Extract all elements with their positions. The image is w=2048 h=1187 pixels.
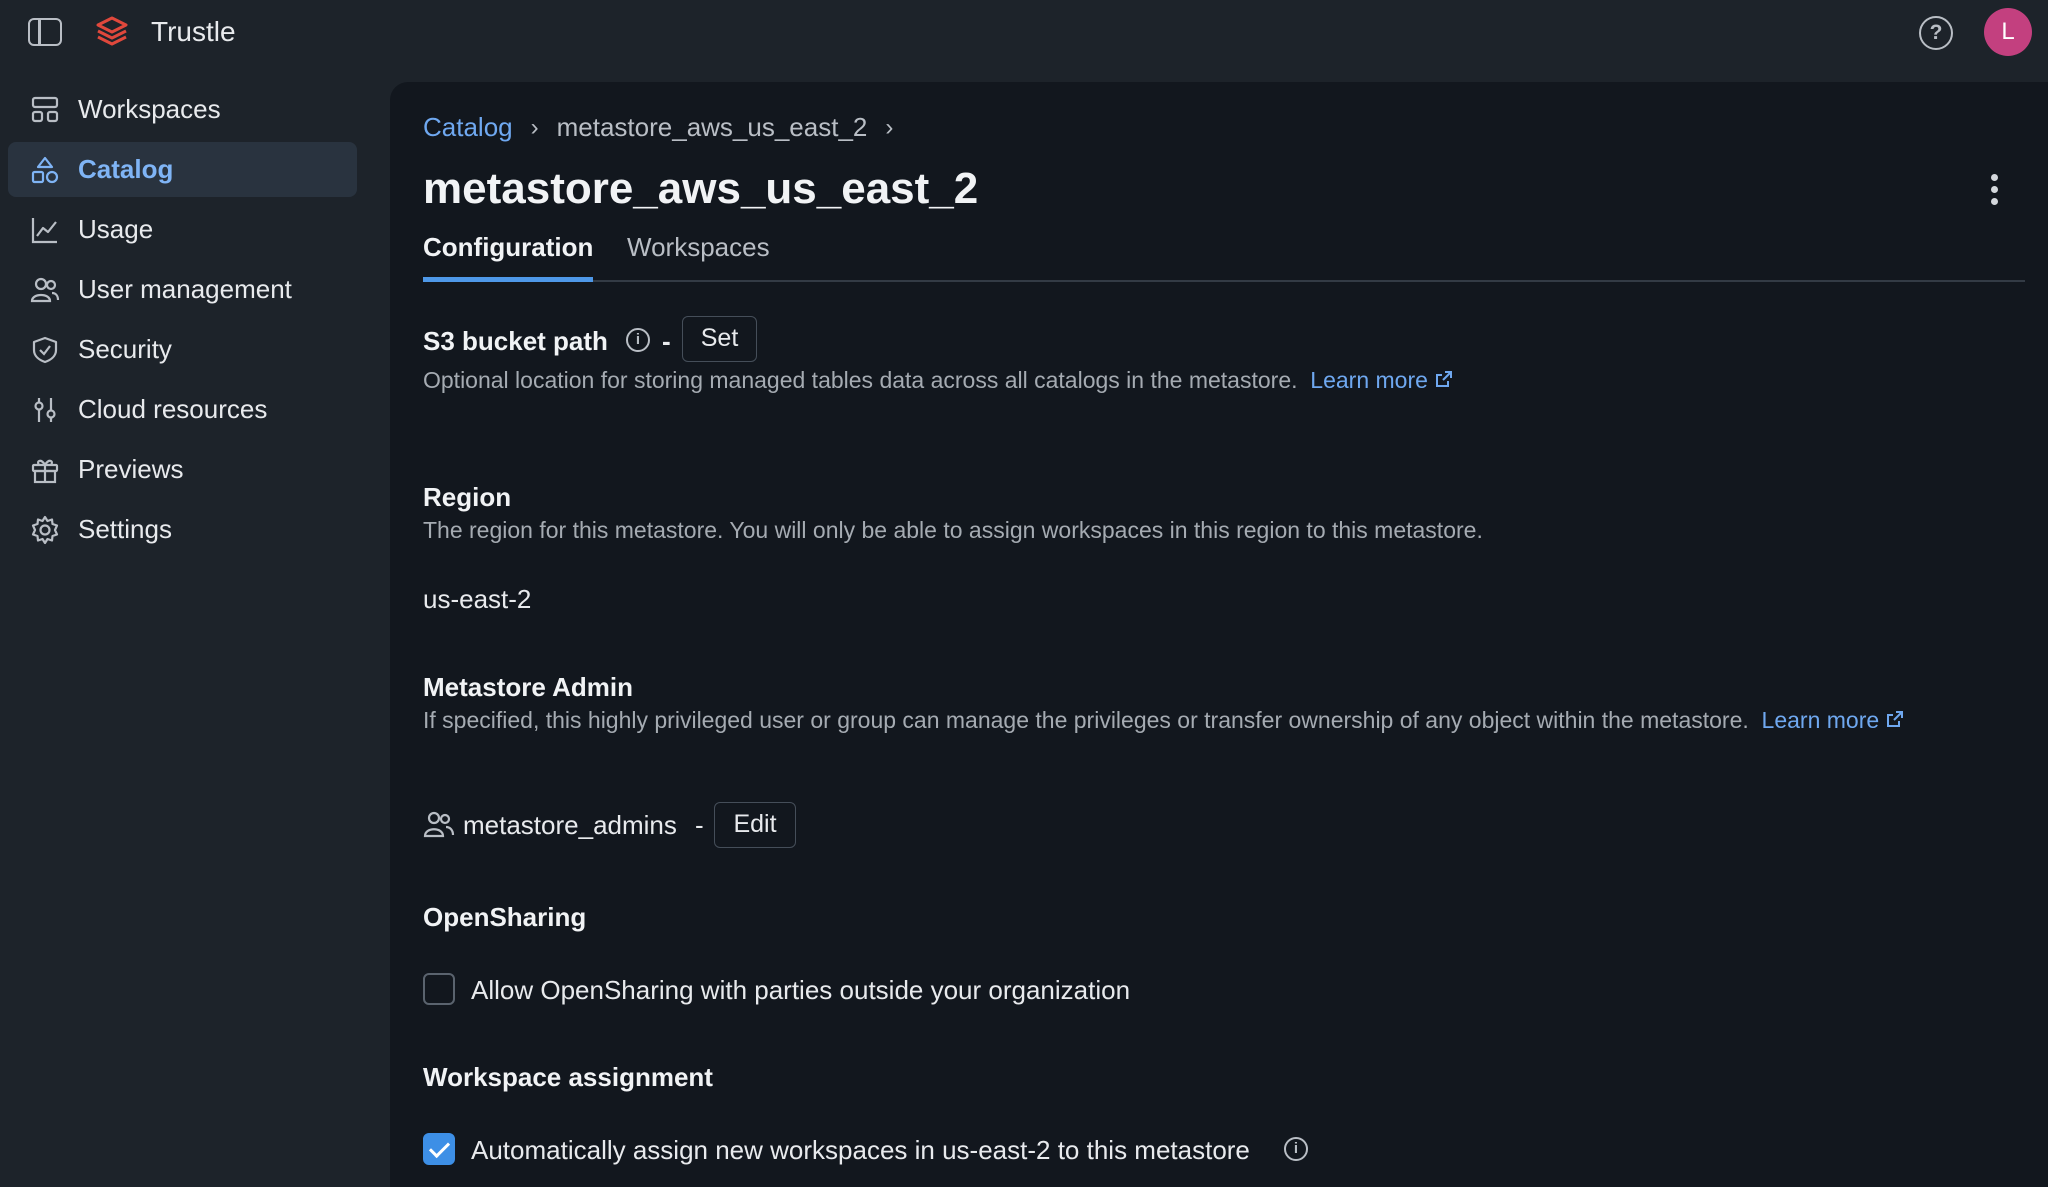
usage-chart-icon [31,217,57,243]
region-title: Region [423,482,512,512]
workspaces-icon [31,96,59,122]
gift-icon [31,459,59,483]
admin-group-name: metastore_admins [463,810,677,840]
sidebar-item-settings[interactable]: Settings [8,502,357,557]
sidebar-item-cloud-resources[interactable]: Cloud resources [8,382,357,437]
set-s3-path-button[interactable]: Set [682,316,757,362]
sidebar-item-catalog[interactable]: Catalog [8,142,357,197]
sidebar-item-label: Workspaces [78,94,221,124]
sidebar-item-label: Settings [78,514,172,544]
edit-admin-button[interactable]: Edit [714,802,796,848]
tab-workspaces[interactable]: Workspaces [627,232,770,277]
sidebar-item-label: Usage [78,214,154,244]
metastore-admin-title: Metastore Admin [423,672,633,702]
users-icon [30,277,60,302]
sidebar-item-previews[interactable]: Previews [8,442,357,497]
group-icon [423,811,455,838]
shield-icon [32,336,58,363]
info-icon[interactable]: i [626,328,650,352]
breadcrumb-current[interactable]: metastore_aws_us_east_2 [557,112,868,143]
top-bar: Trustle ? L [0,0,2048,64]
auto-assign-checkbox-label[interactable]: Automatically assign new workspaces in u… [471,1135,1250,1166]
sidebar-item-label: Catalog [78,154,174,184]
admin-dash: - [695,810,704,840]
s3-dash: - [662,326,671,356]
sidebar-item-label: Previews [78,454,184,484]
cloud-resources-icon [34,397,56,422]
sidebar-toggle-icon[interactable] [28,18,62,46]
s3-learn-more-link[interactable]: Learn more [1310,367,1454,393]
s3-bucket-path-title: S3 bucket path [423,326,608,356]
app-name: Trustle [151,16,236,47]
page-title: metastore_aws_us_east_2 [423,164,979,213]
sidebar-item-label: Cloud resources [78,394,268,424]
sidebar-item-security[interactable]: Security [8,322,357,377]
sidebar-item-label: Security [78,334,172,364]
breadcrumb-catalog-link[interactable]: Catalog [423,112,513,143]
workspace-assignment-title: Workspace assignment [423,1062,713,1092]
sidebar-item-usage[interactable]: Usage [8,202,357,257]
tab-bar: Configuration Workspaces [423,232,2025,282]
kebab-menu-icon[interactable] [1988,174,2000,208]
region-value: us-east-2 [423,584,532,614]
region-description: The region for this metastore. You will … [423,517,1483,543]
external-link-icon [1435,371,1452,387]
opensharing-checkbox-label[interactable]: Allow OpenSharing with parties outside y… [471,975,1130,1006]
chevron-right-icon: › [885,113,894,141]
s3-description: Optional location for storing managed ta… [423,364,1983,396]
sidebar-item-label: User management [78,274,292,304]
admin-learn-more-link[interactable]: Learn more [1762,707,1906,733]
info-icon[interactable]: i [1284,1137,1308,1161]
external-link-icon [1887,711,1904,727]
sidebar-item-workspaces[interactable]: Workspaces [8,82,357,137]
gear-icon [31,515,59,544]
breadcrumb: Catalog › metastore_aws_us_east_2 › [423,112,911,143]
tab-configuration[interactable]: Configuration [423,232,594,282]
chevron-right-icon: › [530,113,539,141]
help-icon[interactable]: ? [1919,16,1953,50]
opensharing-title: OpenSharing [423,902,587,932]
catalog-icon [31,156,59,183]
main-content: Catalog › metastore_aws_us_east_2 › meta… [390,82,2048,1187]
trustle-logo-icon [96,16,128,46]
auto-assign-checkbox[interactable] [423,1133,455,1165]
avatar[interactable]: L [1984,8,2032,56]
sidebar-item-user-management[interactable]: User management [8,262,357,317]
opensharing-checkbox[interactable] [423,973,455,1005]
metastore-admin-description: If specified, this highly privileged use… [423,704,1998,736]
